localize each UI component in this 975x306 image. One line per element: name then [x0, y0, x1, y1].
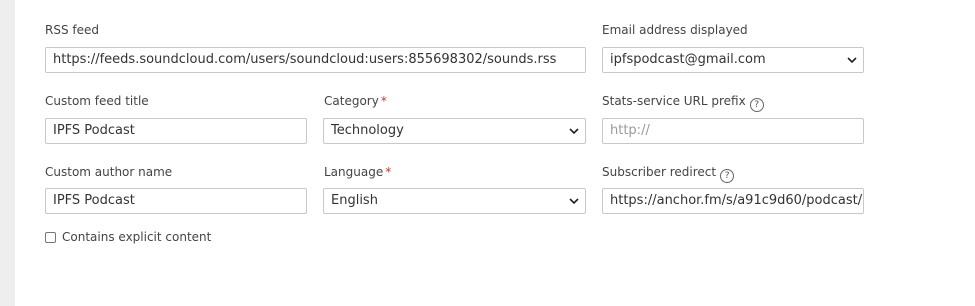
explicit-content-label[interactable]: Contains explicit content [62, 230, 211, 244]
explicit-content-checkbox[interactable] [45, 232, 56, 243]
category-value: Technology [331, 123, 404, 138]
required-mark: * [380, 94, 387, 108]
required-mark: * [385, 165, 392, 179]
category-label: Category * [324, 94, 387, 108]
language-select[interactable]: English [323, 188, 586, 214]
custom-author-label: Custom author name [45, 165, 173, 179]
category-select[interactable]: Technology [323, 118, 586, 144]
left-gutter [0, 0, 15, 306]
custom-feed-title-label: Custom feed title [45, 94, 149, 108]
chevron-down-icon [569, 128, 579, 135]
help-icon[interactable]: ? [749, 98, 764, 112]
stats-prefix-label: Stats-service URL prefix? [602, 93, 764, 112]
email-displayed-select[interactable]: ipfspodcast@gmail.com [602, 47, 864, 73]
subscriber-redirect-input[interactable]: https://anchor.fm/s/a91c9d60/podcast/ [602, 188, 864, 214]
custom-feed-title-input[interactable]: IPFS Podcast [45, 118, 307, 144]
chevron-down-icon [569, 198, 579, 205]
language-label: Language * [324, 165, 392, 179]
rss-feed-input[interactable]: https://feeds.soundcloud.com/users/sound… [45, 47, 586, 73]
rss-feed-label: RSS feed [45, 23, 99, 37]
chevron-down-icon [847, 57, 857, 64]
email-displayed-value: ipfspodcast@gmail.com [610, 52, 766, 67]
stats-prefix-input[interactable]: http:// [602, 118, 864, 144]
custom-author-input[interactable]: IPFS Podcast [45, 188, 307, 214]
help-icon[interactable]: ? [720, 169, 735, 183]
language-value: English [331, 193, 378, 208]
email-displayed-label: Email address displayed [602, 23, 748, 37]
subscriber-redirect-label: Subscriber redirect? [602, 164, 735, 183]
